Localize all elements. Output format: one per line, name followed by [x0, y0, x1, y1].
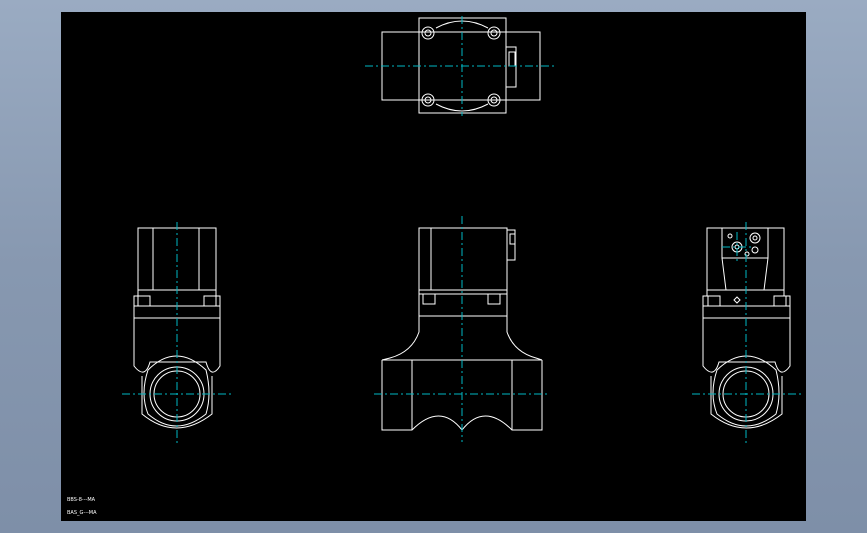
top-view-centerlines: [365, 16, 556, 116]
cad-drawing: BBS-8---MA BAS_G---MA: [67, 16, 802, 516]
note-line-1: BBS-8---MA: [67, 497, 96, 503]
cad-viewport[interactable]: BBS-8---MA BAS_G---MA: [0, 0, 867, 533]
drawing-notes: BBS-8---MA BAS_G---MA: [67, 497, 97, 516]
front-view-centerlines: [374, 216, 550, 442]
note-line-2: BAS_G---MA: [67, 510, 97, 516]
